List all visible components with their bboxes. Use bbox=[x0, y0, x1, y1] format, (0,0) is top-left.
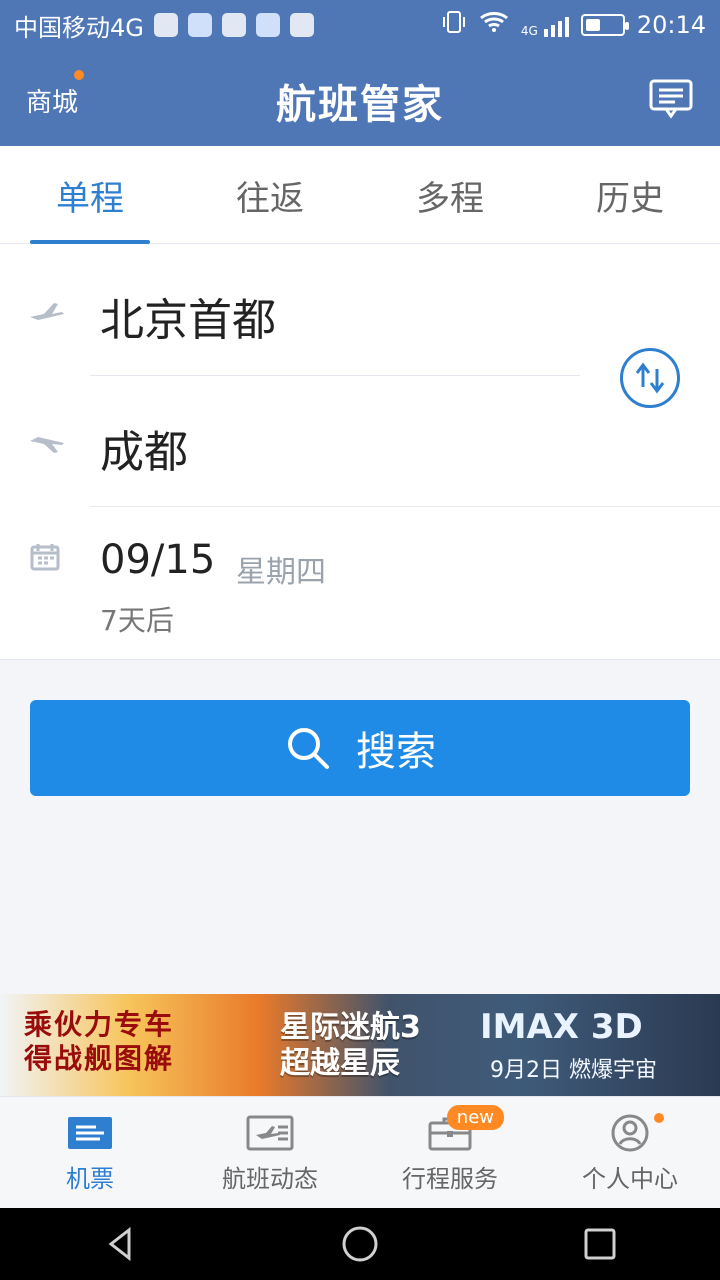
app-icon-4 bbox=[255, 13, 280, 37]
departure-city: 北京首都 bbox=[100, 295, 276, 346]
user-icon bbox=[606, 1113, 654, 1153]
nav-tickets[interactable]: 机票 bbox=[0, 1097, 180, 1209]
tab-round-trip[interactable]: 往返 bbox=[180, 146, 360, 244]
profile-notification-dot bbox=[654, 1113, 664, 1123]
app-icon-1 bbox=[153, 13, 178, 37]
network-badge: 4G bbox=[520, 24, 538, 38]
banner-mid-line2: 超越星辰 bbox=[280, 1046, 400, 1081]
flight-status-icon bbox=[246, 1113, 294, 1153]
swap-icon[interactable] bbox=[620, 348, 680, 408]
banner-right-subtitle: 9月2日 燃爆宇宙 bbox=[490, 1058, 657, 1083]
arrival-row[interactable]: 成都 bbox=[0, 376, 720, 506]
nav-label: 航班动态 bbox=[222, 1164, 318, 1193]
search-icon bbox=[284, 724, 332, 772]
home-icon[interactable] bbox=[336, 1220, 384, 1268]
weekday-label: 星期四 bbox=[236, 555, 326, 590]
ticket-icon bbox=[66, 1113, 114, 1153]
status-right: 4G 20:14 bbox=[441, 9, 706, 41]
promo-banner[interactable]: 乘伙力专车 得战舰图解 星际迷航3 超越星辰 IMAX 3D 9月2日 燃爆宇宙 bbox=[0, 994, 720, 1096]
vibrate-icon bbox=[441, 9, 467, 41]
banner-mid-text: 星际迷航3 超越星辰 bbox=[280, 1010, 421, 1082]
status-left: 中国移动4G bbox=[14, 8, 314, 43]
search-button-label: 搜索 bbox=[356, 729, 436, 775]
app-icon-5 bbox=[289, 13, 314, 37]
landing-icon bbox=[28, 432, 64, 456]
departure-row[interactable]: 北京首都 bbox=[0, 244, 720, 374]
recent-apps-icon[interactable] bbox=[576, 1220, 624, 1268]
battery-icon bbox=[580, 14, 629, 36]
days-after-label: 7天后 bbox=[100, 604, 174, 637]
nav-label: 行程服务 bbox=[402, 1164, 498, 1193]
takeoff-icon bbox=[28, 299, 64, 323]
back-icon[interactable] bbox=[96, 1220, 144, 1268]
status-bar: 中国移动4G 4G 20:14 bbox=[0, 0, 720, 50]
nav-label: 个人中心 bbox=[582, 1164, 678, 1193]
page-title: 航班管家 bbox=[276, 82, 444, 128]
nav-profile[interactable]: 个人中心 bbox=[540, 1097, 720, 1209]
banner-left-text: 乘伙力专车 得战舰图解 bbox=[24, 1008, 174, 1076]
signal-group: 4G bbox=[521, 13, 569, 37]
wifi-icon bbox=[479, 10, 509, 40]
message-icon[interactable] bbox=[648, 78, 694, 120]
system-navigation-bar bbox=[0, 1208, 720, 1280]
banner-left-line1: 乘伙力专车 bbox=[24, 1008, 175, 1041]
banner-mid-line1: 星际迷航3 bbox=[280, 1010, 421, 1045]
tab-multi-city[interactable]: 多程 bbox=[360, 146, 540, 244]
search-form: 北京首都 成都 09/15 星期四 7天后 bbox=[0, 244, 720, 660]
nav-itinerary-service[interactable]: new 行程服务 bbox=[360, 1097, 540, 1209]
app-icon-3 bbox=[221, 13, 246, 37]
tab-history[interactable]: 历史 bbox=[540, 146, 720, 244]
banner-right-title: IMAX 3D bbox=[480, 1007, 643, 1047]
app-header: 商城 航班管家 bbox=[0, 50, 720, 146]
selected-date: 09/15 bbox=[100, 537, 216, 583]
nav-label: 机票 bbox=[66, 1164, 114, 1193]
trip-type-tabs: 单程 往返 多程 历史 bbox=[0, 146, 720, 244]
signal-icon bbox=[543, 13, 569, 37]
carrier-name: 中国移动4G bbox=[14, 13, 144, 42]
tab-one-way[interactable]: 单程 bbox=[0, 146, 180, 244]
new-badge: new bbox=[446, 1105, 504, 1130]
calendar-icon bbox=[30, 543, 60, 571]
arrival-city: 成都 bbox=[100, 427, 188, 478]
nav-flight-status[interactable]: 航班动态 bbox=[180, 1097, 360, 1209]
banner-left-line2: 得战舰图解 bbox=[24, 1042, 175, 1075]
app-icon-2 bbox=[187, 13, 212, 37]
clock: 20:14 bbox=[636, 11, 706, 39]
date-row[interactable]: 09/15 星期四 7天后 bbox=[0, 507, 720, 659]
bottom-navigation: 机票 航班动态 new 行程服务 个人中心 bbox=[0, 1096, 720, 1208]
search-button[interactable]: 搜索 bbox=[30, 700, 690, 796]
